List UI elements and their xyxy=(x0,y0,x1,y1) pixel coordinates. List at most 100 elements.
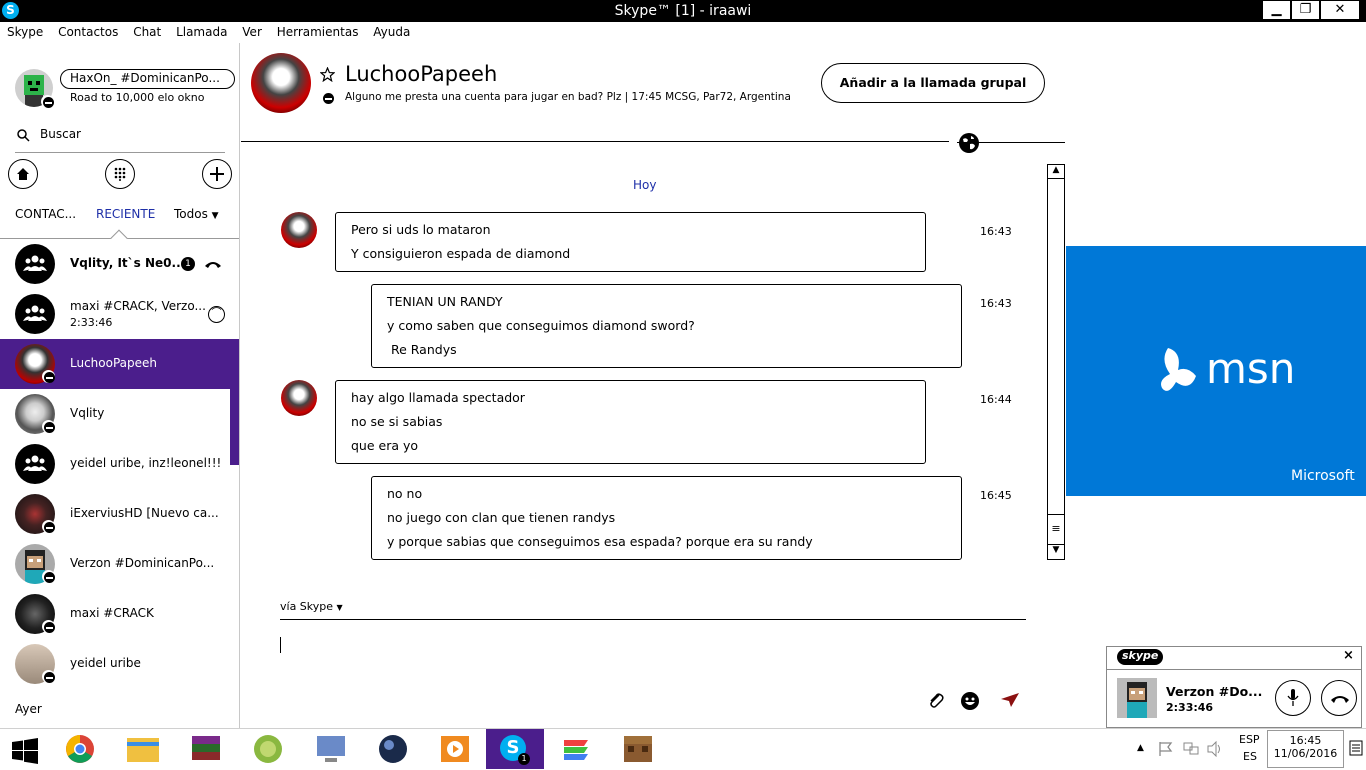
bluestacks-taskbar-icon[interactable] xyxy=(556,732,596,766)
menu-herramientas[interactable]: Herramientas xyxy=(273,22,363,39)
hang-up-button[interactable] xyxy=(1321,680,1357,716)
scroll-down-arrow[interactable]: ▼ xyxy=(1048,544,1064,559)
contact-item[interactable]: Verzon #DominicanPo... xyxy=(0,539,230,589)
message-line: y porque sabias que conseguimos esa espa… xyxy=(387,534,813,549)
contact-name: iExerviusHD [Nuevo ca... xyxy=(70,506,219,520)
emoticon-icon[interactable] xyxy=(960,691,980,711)
profile-name-pill[interactable]: HaxOn_ #DominicanPo... xyxy=(60,69,235,89)
globe-icon[interactable] xyxy=(958,132,980,154)
via-skype-dropdown[interactable]: vía Skype ▼ xyxy=(280,600,343,613)
windows-start-icon[interactable] xyxy=(12,738,38,764)
advertisement[interactable]: msn Microsoft xyxy=(1066,246,1366,496)
chat-scrollbar[interactable]: ▲ ≡ ▼ xyxy=(1047,164,1065,560)
chrome-taskbar-icon[interactable] xyxy=(60,732,100,766)
menu-llamada[interactable]: Llamada xyxy=(172,22,231,39)
home-button[interactable] xyxy=(8,159,38,189)
chat-contact-avatar[interactable] xyxy=(251,53,311,113)
file-explorer-taskbar-icon[interactable] xyxy=(123,732,163,766)
paperclip-icon[interactable] xyxy=(927,691,945,709)
flag-icon[interactable] xyxy=(1158,741,1174,757)
close-button[interactable]: ✕ xyxy=(1321,1,1359,19)
home-icon xyxy=(17,168,29,180)
skype-taskbar-button[interactable]: S 1 xyxy=(486,729,544,769)
message-line: no se si sabias xyxy=(351,414,443,429)
section-yesterday: Ayer xyxy=(15,702,42,716)
message-line: Re Randys xyxy=(387,342,457,357)
call-icon[interactable] xyxy=(204,258,222,270)
message-line: no no xyxy=(387,486,423,501)
tab-all[interactable]: Todos ▼ xyxy=(174,207,219,221)
message-avatar xyxy=(281,380,317,416)
star-icon[interactable] xyxy=(320,67,335,82)
menu-contactos[interactable]: Contactos xyxy=(54,22,122,39)
presence-icon xyxy=(321,91,334,104)
notifications-icon[interactable] xyxy=(1349,740,1363,756)
contact-item[interactable]: iExerviusHD [Nuevo ca... xyxy=(0,489,230,539)
computer-taskbar-icon[interactable] xyxy=(311,732,351,766)
scroll-up-arrow[interactable]: ▲ xyxy=(1048,165,1064,179)
tab-recent[interactable]: RECIENTE xyxy=(96,207,155,221)
message-bubble: TENIAN UN RANDY y como saben que consegu… xyxy=(371,284,962,368)
message-line: Pero si uds lo mataron xyxy=(351,222,491,237)
title-bar: S Skype™ [1] - iraawi ▁ ❐ ✕ xyxy=(0,0,1366,22)
menu-skype[interactable]: Skype xyxy=(3,22,47,39)
media-player-taskbar-icon[interactable] xyxy=(435,732,475,766)
group-avatar xyxy=(15,294,55,334)
network-icon[interactable] xyxy=(1182,741,1200,757)
contact-item-selected[interactable]: LuchooPapeeh xyxy=(0,339,230,389)
presence-icon xyxy=(42,620,55,633)
menu-bar: Skype Contactos Chat Llamada Ver Herrami… xyxy=(0,22,1366,43)
message-bubble: Pero si uds lo mataron Y consiguieron es… xyxy=(335,212,926,272)
tab-contacts[interactable]: CONTAC... xyxy=(15,207,76,221)
profile-mood[interactable]: Road to 10,000 elo okno xyxy=(70,91,204,104)
menu-ver[interactable]: Ver xyxy=(238,22,266,39)
mute-button[interactable] xyxy=(1275,680,1311,716)
show-hidden-icons[interactable]: ▲ xyxy=(1137,743,1144,753)
menu-ayuda[interactable]: Ayuda xyxy=(369,22,414,39)
clock[interactable]: 16:45 11/06/2016 xyxy=(1267,730,1344,768)
contact-item[interactable]: maxi #CRACK, Verzo... 2:33:46 ⌒ xyxy=(0,289,230,339)
search-input[interactable]: Buscar xyxy=(40,127,81,141)
group-icon xyxy=(23,455,47,471)
call-mini-window[interactable]: skype × Verzon #Do... 2:33:46 xyxy=(1106,646,1362,728)
presence-icon xyxy=(42,420,55,433)
contact-item[interactable]: yeidel uribe xyxy=(0,639,230,689)
app-taskbar-icon[interactable] xyxy=(248,732,288,766)
search-box[interactable]: Buscar xyxy=(15,125,225,153)
minecraft-taskbar-icon[interactable] xyxy=(618,732,658,766)
message-line: no juego con clan que tienen randys xyxy=(387,510,616,525)
group-avatar xyxy=(15,444,55,484)
compose-divider xyxy=(280,619,1026,620)
send-icon[interactable] xyxy=(1001,693,1019,707)
volume-icon[interactable] xyxy=(1206,741,1224,757)
add-button[interactable] xyxy=(202,159,232,189)
chevron-down-icon: ▼ xyxy=(211,211,219,221)
contact-item[interactable]: yeidel uribe, inz!leonel!!! xyxy=(0,439,230,489)
cinema4d-taskbar-icon[interactable] xyxy=(373,732,413,766)
minimize-button[interactable]: ▁ xyxy=(1263,1,1290,19)
menu-chat[interactable]: Chat xyxy=(129,22,165,39)
contact-item[interactable]: Vqlity xyxy=(0,389,230,439)
contact-item[interactable]: maxi #CRACK xyxy=(0,589,230,639)
window-title: Skype™ [1] - iraawi xyxy=(614,3,752,19)
scrollbar-thumb[interactable] xyxy=(230,339,239,465)
presence-icon xyxy=(42,570,55,583)
ongoing-call-icon[interactable]: ⌒ xyxy=(208,306,225,323)
plus-icon xyxy=(210,167,224,181)
maximize-button[interactable]: ❐ xyxy=(1292,1,1319,19)
ad-company: Microsoft xyxy=(1291,468,1355,484)
close-icon[interactable]: × xyxy=(1343,648,1354,663)
dialpad-button[interactable] xyxy=(105,159,135,189)
winrar-taskbar-icon[interactable] xyxy=(186,732,226,766)
message-line: que era yo xyxy=(351,438,419,453)
compose-input[interactable] xyxy=(280,637,281,653)
keyboard-layout[interactable]: ES xyxy=(1243,750,1257,763)
add-group-call-button[interactable]: Añadir a la llamada grupal xyxy=(821,63,1045,103)
scroll-thumb[interactable]: ≡ xyxy=(1048,514,1064,544)
input-language[interactable]: ESP xyxy=(1239,733,1260,746)
contact-item[interactable]: Vqlity, It`s Ne0... 1 xyxy=(0,239,230,289)
message-line: y como saben que conseguimos diamond swo… xyxy=(387,318,695,333)
chat-pane: LuchooPapeeh Alguno me presta una cuenta… xyxy=(241,43,1065,728)
chevron-down-icon: ▼ xyxy=(336,603,343,612)
chat-contact-name: LuchooPapeeh xyxy=(345,62,498,86)
